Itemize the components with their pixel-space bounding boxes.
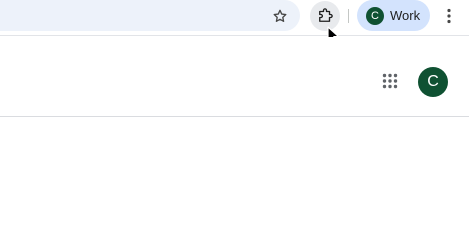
page-content bbox=[0, 117, 469, 241]
bookmark-star-button[interactable] bbox=[267, 3, 293, 29]
browser-menu-button[interactable] bbox=[438, 3, 460, 29]
apps-grid-icon bbox=[382, 73, 398, 89]
profile-button[interactable]: C Work bbox=[357, 0, 430, 31]
address-bar[interactable] bbox=[0, 0, 300, 31]
puzzle-piece-icon bbox=[319, 8, 333, 22]
vertical-dots-icon bbox=[447, 8, 451, 24]
account-avatar-button[interactable]: C bbox=[418, 67, 448, 97]
profile-avatar: C bbox=[366, 6, 384, 25]
star-icon bbox=[273, 9, 287, 22]
toolbar-divider bbox=[348, 9, 349, 23]
browser-toolbar: C Work bbox=[0, 0, 469, 36]
page-header: C bbox=[0, 37, 469, 117]
apps-launcher-button[interactable] bbox=[376, 67, 404, 95]
profile-label: Work bbox=[390, 8, 421, 23]
